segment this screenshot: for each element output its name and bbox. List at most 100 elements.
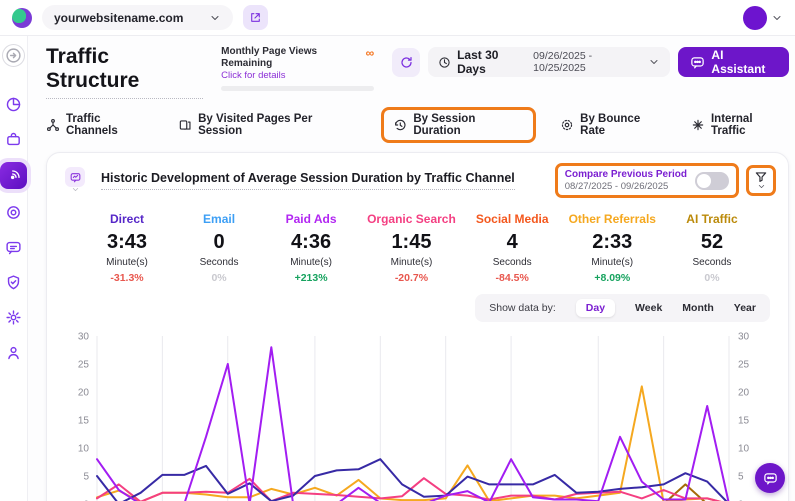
tab-by-visited-pages-per-session[interactable]: By Visited Pages Per Session (178, 108, 357, 142)
compare-label: Compare Previous Period (565, 169, 687, 180)
chat-icon (5, 239, 22, 256)
open-website-button[interactable] (243, 5, 268, 30)
asterisk-icon (691, 118, 705, 132)
filter-button[interactable] (746, 165, 776, 196)
history-clock-icon (393, 118, 407, 132)
show-data-by-year[interactable]: Year (734, 302, 756, 314)
date-preset: Last 30 Days (457, 48, 527, 76)
tab-label: By Visited Pages Per Session (198, 113, 357, 137)
metric-unit: Seconds (183, 257, 255, 268)
metric-value: 0 (183, 231, 255, 254)
chevron-down-icon[interactable] (771, 12, 783, 24)
user-location-icon (5, 344, 22, 361)
bounce-target-icon (560, 118, 574, 132)
metric-email[interactable]: Email0Seconds0% (183, 212, 255, 284)
metric-value: 2:33 (569, 231, 656, 254)
metric-value: 1:45 (367, 231, 456, 254)
sidebar-item-shield-check[interactable] (2, 270, 26, 294)
session-duration-chart[interactable]: 00551010151520202525303009/26/202509/29/… (47, 322, 788, 501)
svg-text:20: 20 (78, 388, 90, 399)
compare-range: 08/27/2025 - 09/26/2025 (565, 181, 687, 192)
svg-text:5: 5 (83, 472, 89, 483)
show-data-by-month[interactable]: Month (682, 302, 714, 314)
page-header: Traffic Structure Monthly Page Views Rem… (28, 36, 795, 99)
chevron-down-icon (209, 12, 221, 24)
compare-toggle[interactable] (695, 172, 729, 190)
target-icon (5, 204, 22, 221)
app-root: yourwebsitename.com Traffic Structure Mo… (0, 0, 795, 501)
metric-social-media[interactable]: Social Media4Seconds-84.5% (476, 212, 549, 284)
svg-text:20: 20 (738, 388, 750, 399)
ai-assistant-button[interactable]: AI Assistant (678, 47, 789, 77)
tab-by-bounce-rate[interactable]: By Bounce Rate (560, 108, 667, 142)
chevron-down-icon (71, 185, 80, 194)
page-views-progress-bar (221, 86, 374, 91)
metric-value: 52 (676, 231, 748, 254)
refresh-icon (399, 55, 414, 70)
metric-unit: Seconds (476, 257, 549, 268)
sidebar-item-briefcase[interactable] (2, 127, 26, 151)
click-for-details-link[interactable]: Click for details (221, 70, 365, 81)
metric-other-referrals[interactable]: Other Referrals2:33Minute(s)+8.09% (569, 212, 656, 284)
metric-delta: 0% (676, 272, 748, 284)
metric-unit: Seconds (676, 257, 748, 268)
metric-organic-search[interactable]: Organic Search1:45Minute(s)-20.7% (367, 212, 456, 284)
external-link-icon (249, 11, 262, 24)
gear-icon (5, 309, 22, 326)
tab-label: Traffic Channels (66, 113, 154, 137)
pages-icon (178, 118, 192, 132)
svg-text:15: 15 (738, 416, 750, 427)
sidebar-item-collapse-arrow[interactable] (2, 44, 25, 67)
show-data-by-switcher: Show data by: DayWeekMonthYear (475, 294, 770, 322)
website-selector[interactable]: yourwebsitename.com (42, 5, 233, 30)
show-data-by-day[interactable]: Day (576, 299, 615, 317)
metric-delta: -20.7% (367, 272, 456, 284)
tab-label: By Session Duration (413, 113, 524, 137)
svg-text:30: 30 (78, 332, 90, 343)
tab-by-session-duration[interactable]: By Session Duration (381, 107, 536, 143)
svg-text:25: 25 (738, 360, 750, 371)
page-title: Traffic Structure (46, 45, 203, 99)
sidebar-item-pie-chart[interactable] (2, 92, 26, 116)
sidebar-item-user-location[interactable] (2, 340, 26, 364)
metric-channel: Social Media (476, 212, 549, 226)
website-domain: yourwebsitename.com (54, 11, 183, 25)
sidebar-item-traffic-radar[interactable] (0, 162, 27, 189)
support-chat-button[interactable] (755, 463, 785, 493)
date-range-selector[interactable]: Last 30 Days 09/26/2025 - 10/25/2025 (428, 47, 670, 77)
top-bar: yourwebsitename.com (0, 0, 795, 36)
sidebar-item-chat[interactable] (2, 235, 26, 259)
tab-label: By Bounce Rate (580, 113, 667, 137)
card-title: Historic Development of Average Session … (101, 171, 515, 190)
sidebar-nav (0, 36, 28, 501)
metric-unit: Minute(s) (275, 257, 347, 268)
traffic-tabs: Traffic Channels By Visited Pages Per Ses… (28, 99, 795, 149)
refresh-button[interactable] (392, 48, 420, 77)
svg-text:10: 10 (78, 444, 90, 455)
shield-check-icon (5, 274, 22, 291)
clock-icon (438, 56, 451, 69)
infinity-icon: ∞ (366, 46, 375, 60)
svg-text:5: 5 (738, 472, 744, 483)
chat-icon (690, 55, 705, 70)
metric-delta: -84.5% (476, 272, 549, 284)
metric-value: 4:36 (275, 231, 347, 254)
metric-delta: -31.3% (91, 272, 163, 284)
card-type-selector[interactable] (63, 167, 87, 194)
network-icon (46, 118, 60, 132)
metric-channel: Email (183, 212, 255, 226)
tab-internal-traffic[interactable]: Internal Traffic (691, 108, 789, 142)
sidebar-item-gear[interactable] (2, 305, 26, 329)
sidebar-item-target[interactable] (2, 200, 26, 224)
metric-ai-traffic[interactable]: AI Traffic 52 Seconds 0% (676, 212, 748, 284)
ai-assistant-label: AI Assistant (711, 48, 777, 76)
logo-icon (12, 8, 32, 28)
show-data-by-week[interactable]: Week (635, 302, 662, 314)
metric-paid-ads[interactable]: Paid Ads4:36Minute(s)+213% (275, 212, 347, 284)
svg-text:15: 15 (78, 416, 90, 427)
metric-channel: AI Traffic (676, 212, 748, 226)
session-duration-card: Historic Development of Average Session … (46, 152, 789, 501)
user-avatar[interactable] (743, 6, 767, 30)
tab-traffic-channels[interactable]: Traffic Channels (46, 108, 154, 142)
metric-direct[interactable]: Direct3:43Minute(s)-31.3% (91, 212, 163, 284)
